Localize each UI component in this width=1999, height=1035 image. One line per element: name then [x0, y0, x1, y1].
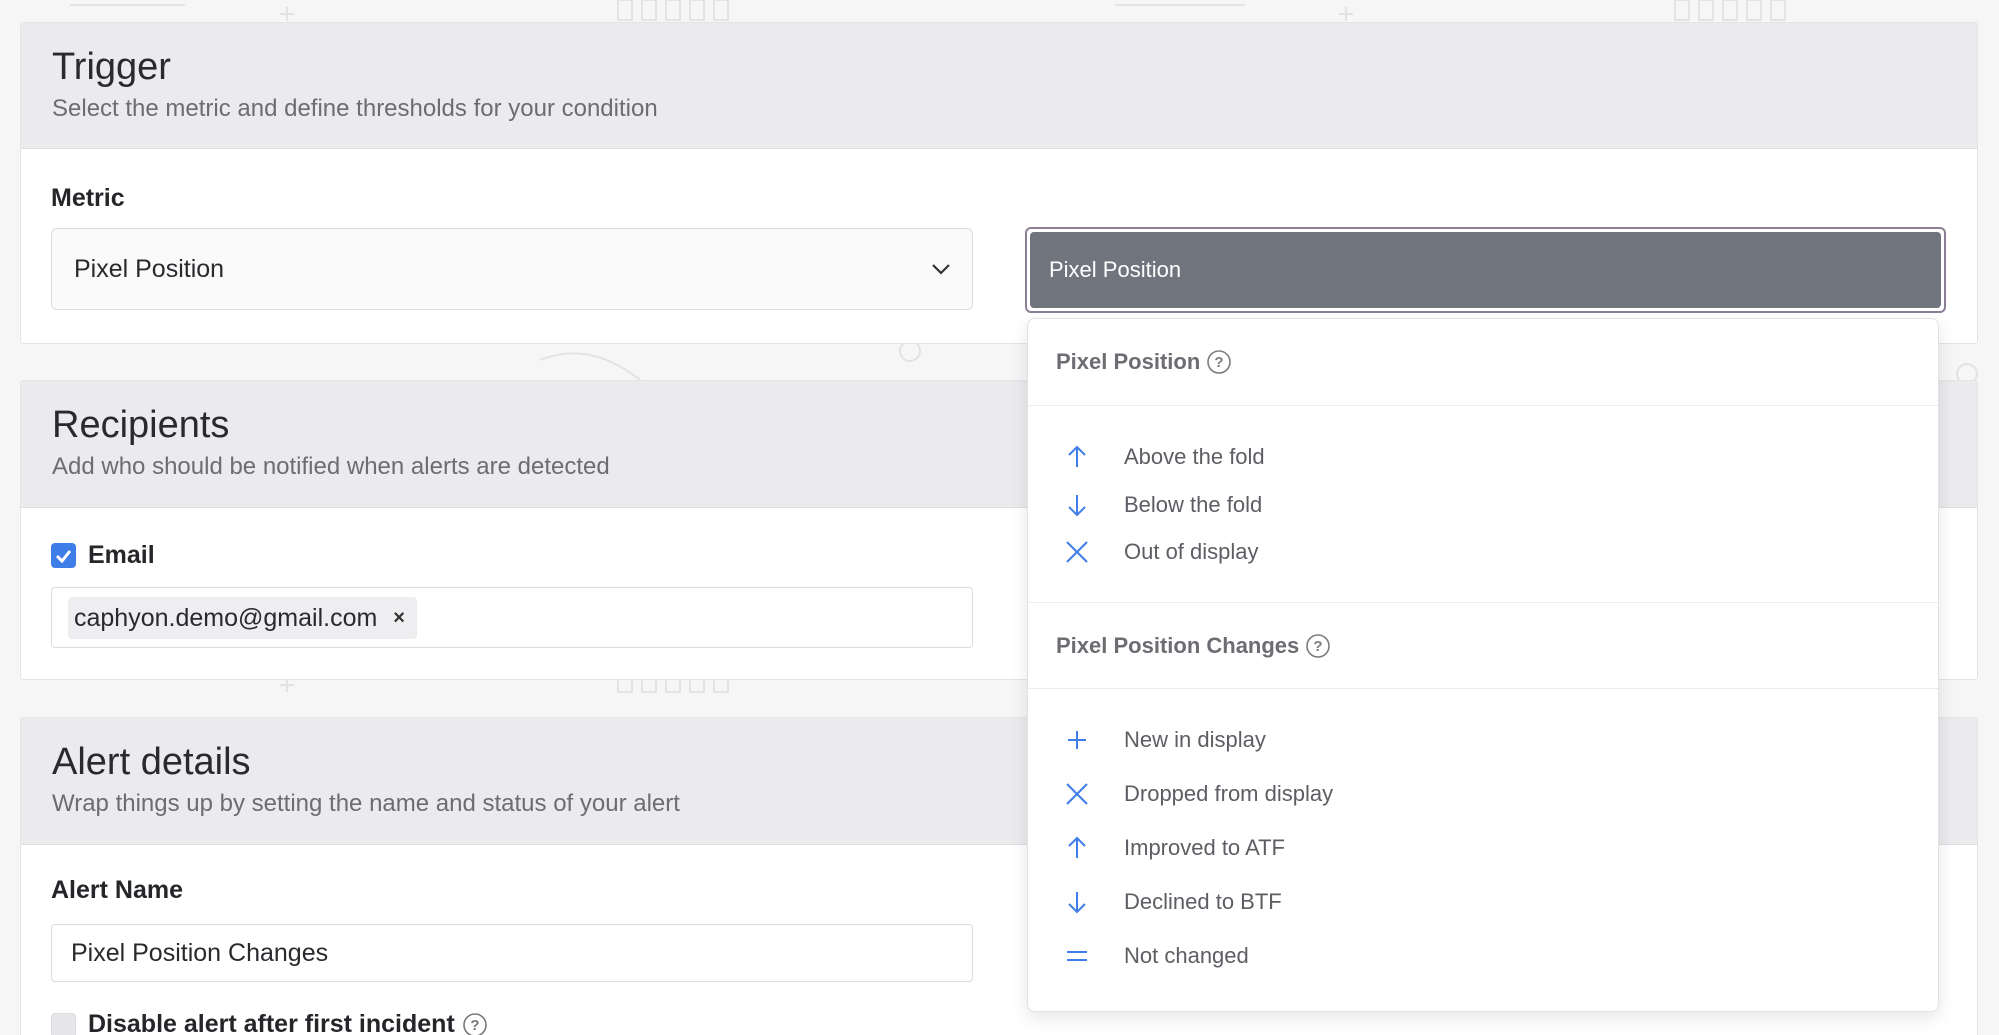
- arrow-down-icon: [1068, 495, 1086, 517]
- menu-item-declined-to-btf[interactable]: Declined to BTF: [1064, 887, 1282, 917]
- disable-alert-text: Disable alert after first incident: [88, 1010, 455, 1035]
- metric-select[interactable]: Pixel Position: [51, 228, 973, 310]
- menu-group-title: Pixel Position Changes ?: [1056, 633, 1331, 659]
- menu-item-label: Above the fold: [1124, 444, 1265, 469]
- trigger-subtitle: Select the metric and define thresholds …: [52, 95, 658, 122]
- group-title-text: Pixel Position: [1056, 349, 1201, 374]
- check-icon: [55, 550, 72, 564]
- trigger-title: Trigger: [52, 46, 171, 88]
- menu-divider: [1028, 688, 1938, 689]
- menu-item-not-changed[interactable]: Not changed: [1064, 941, 1249, 971]
- arrow-up-icon: [1068, 445, 1086, 467]
- menu-item-new-in-display[interactable]: New in display: [1064, 725, 1266, 755]
- plus-icon: [1068, 731, 1086, 749]
- menu-item-label: Dropped from display: [1124, 781, 1334, 806]
- email-tag-input[interactable]: caphyon.demo@gmail.com ×: [51, 587, 973, 648]
- menu-item-label: Improved to ATF: [1124, 835, 1285, 860]
- cross-icon: [1066, 783, 1088, 805]
- chevron-down-icon: [932, 264, 950, 275]
- menu-item-label: Out of display: [1124, 539, 1259, 564]
- menu-item-below-the-fold[interactable]: Below the fold: [1064, 490, 1262, 520]
- arrow-up-icon: [1068, 836, 1086, 858]
- email-checkbox[interactable]: [51, 543, 76, 568]
- menu-divider: [1028, 405, 1938, 406]
- alert-name-value: Pixel Position Changes: [71, 938, 329, 967]
- trigger-header: Trigger Select the metric and define thr…: [21, 23, 1977, 149]
- help-icon[interactable]: ?: [462, 1012, 488, 1035]
- remove-tag-icon[interactable]: ×: [393, 607, 405, 630]
- menu-item-out-of-display[interactable]: Out of display: [1064, 537, 1259, 567]
- menu-divider: [1028, 602, 1938, 603]
- svg-text:?: ?: [1215, 354, 1224, 371]
- menu-item-improved-to-atf[interactable]: Improved to ATF: [1064, 833, 1285, 863]
- menu-item-label: Below the fold: [1124, 492, 1263, 517]
- help-icon[interactable]: ?: [1206, 349, 1232, 375]
- menu-item-dropped-from-display[interactable]: Dropped from display: [1064, 779, 1333, 809]
- menu-item-label: Not changed: [1124, 943, 1249, 968]
- help-icon[interactable]: ?: [1305, 633, 1331, 659]
- menu-group-title: Pixel Position ?: [1056, 349, 1232, 375]
- group-title-text: Pixel Position Changes: [1056, 633, 1300, 658]
- cross-icon: [1066, 541, 1088, 563]
- menu-item-label: New in display: [1124, 727, 1266, 752]
- disable-alert-checkbox[interactable]: [51, 1013, 76, 1035]
- equals-icon: [1067, 951, 1087, 961]
- svg-text:?: ?: [1314, 638, 1323, 655]
- svg-text:?: ?: [470, 1017, 479, 1034]
- condition-select-value: Pixel Position: [1030, 232, 1941, 308]
- email-tag-label: caphyon.demo@gmail.com: [74, 603, 378, 632]
- disable-alert-label: Disable alert after first incident ?: [88, 1010, 488, 1035]
- email-label: Email: [88, 541, 155, 569]
- condition-dropdown-menu: Pixel Position ? Above the fold Below th…: [1027, 318, 1939, 1012]
- condition-select[interactable]: Pixel Position: [1025, 227, 1946, 313]
- metric-select-value: Pixel Position: [74, 254, 225, 283]
- alert-name-input[interactable]: Pixel Position Changes: [51, 924, 973, 982]
- alert-name-label: Alert Name: [51, 876, 183, 904]
- menu-item-label: Declined to BTF: [1124, 889, 1282, 914]
- arrow-down-icon: [1068, 892, 1086, 914]
- email-tag: caphyon.demo@gmail.com ×: [68, 597, 417, 639]
- metric-label: Metric: [51, 184, 125, 212]
- menu-item-above-the-fold[interactable]: Above the fold: [1064, 442, 1265, 472]
